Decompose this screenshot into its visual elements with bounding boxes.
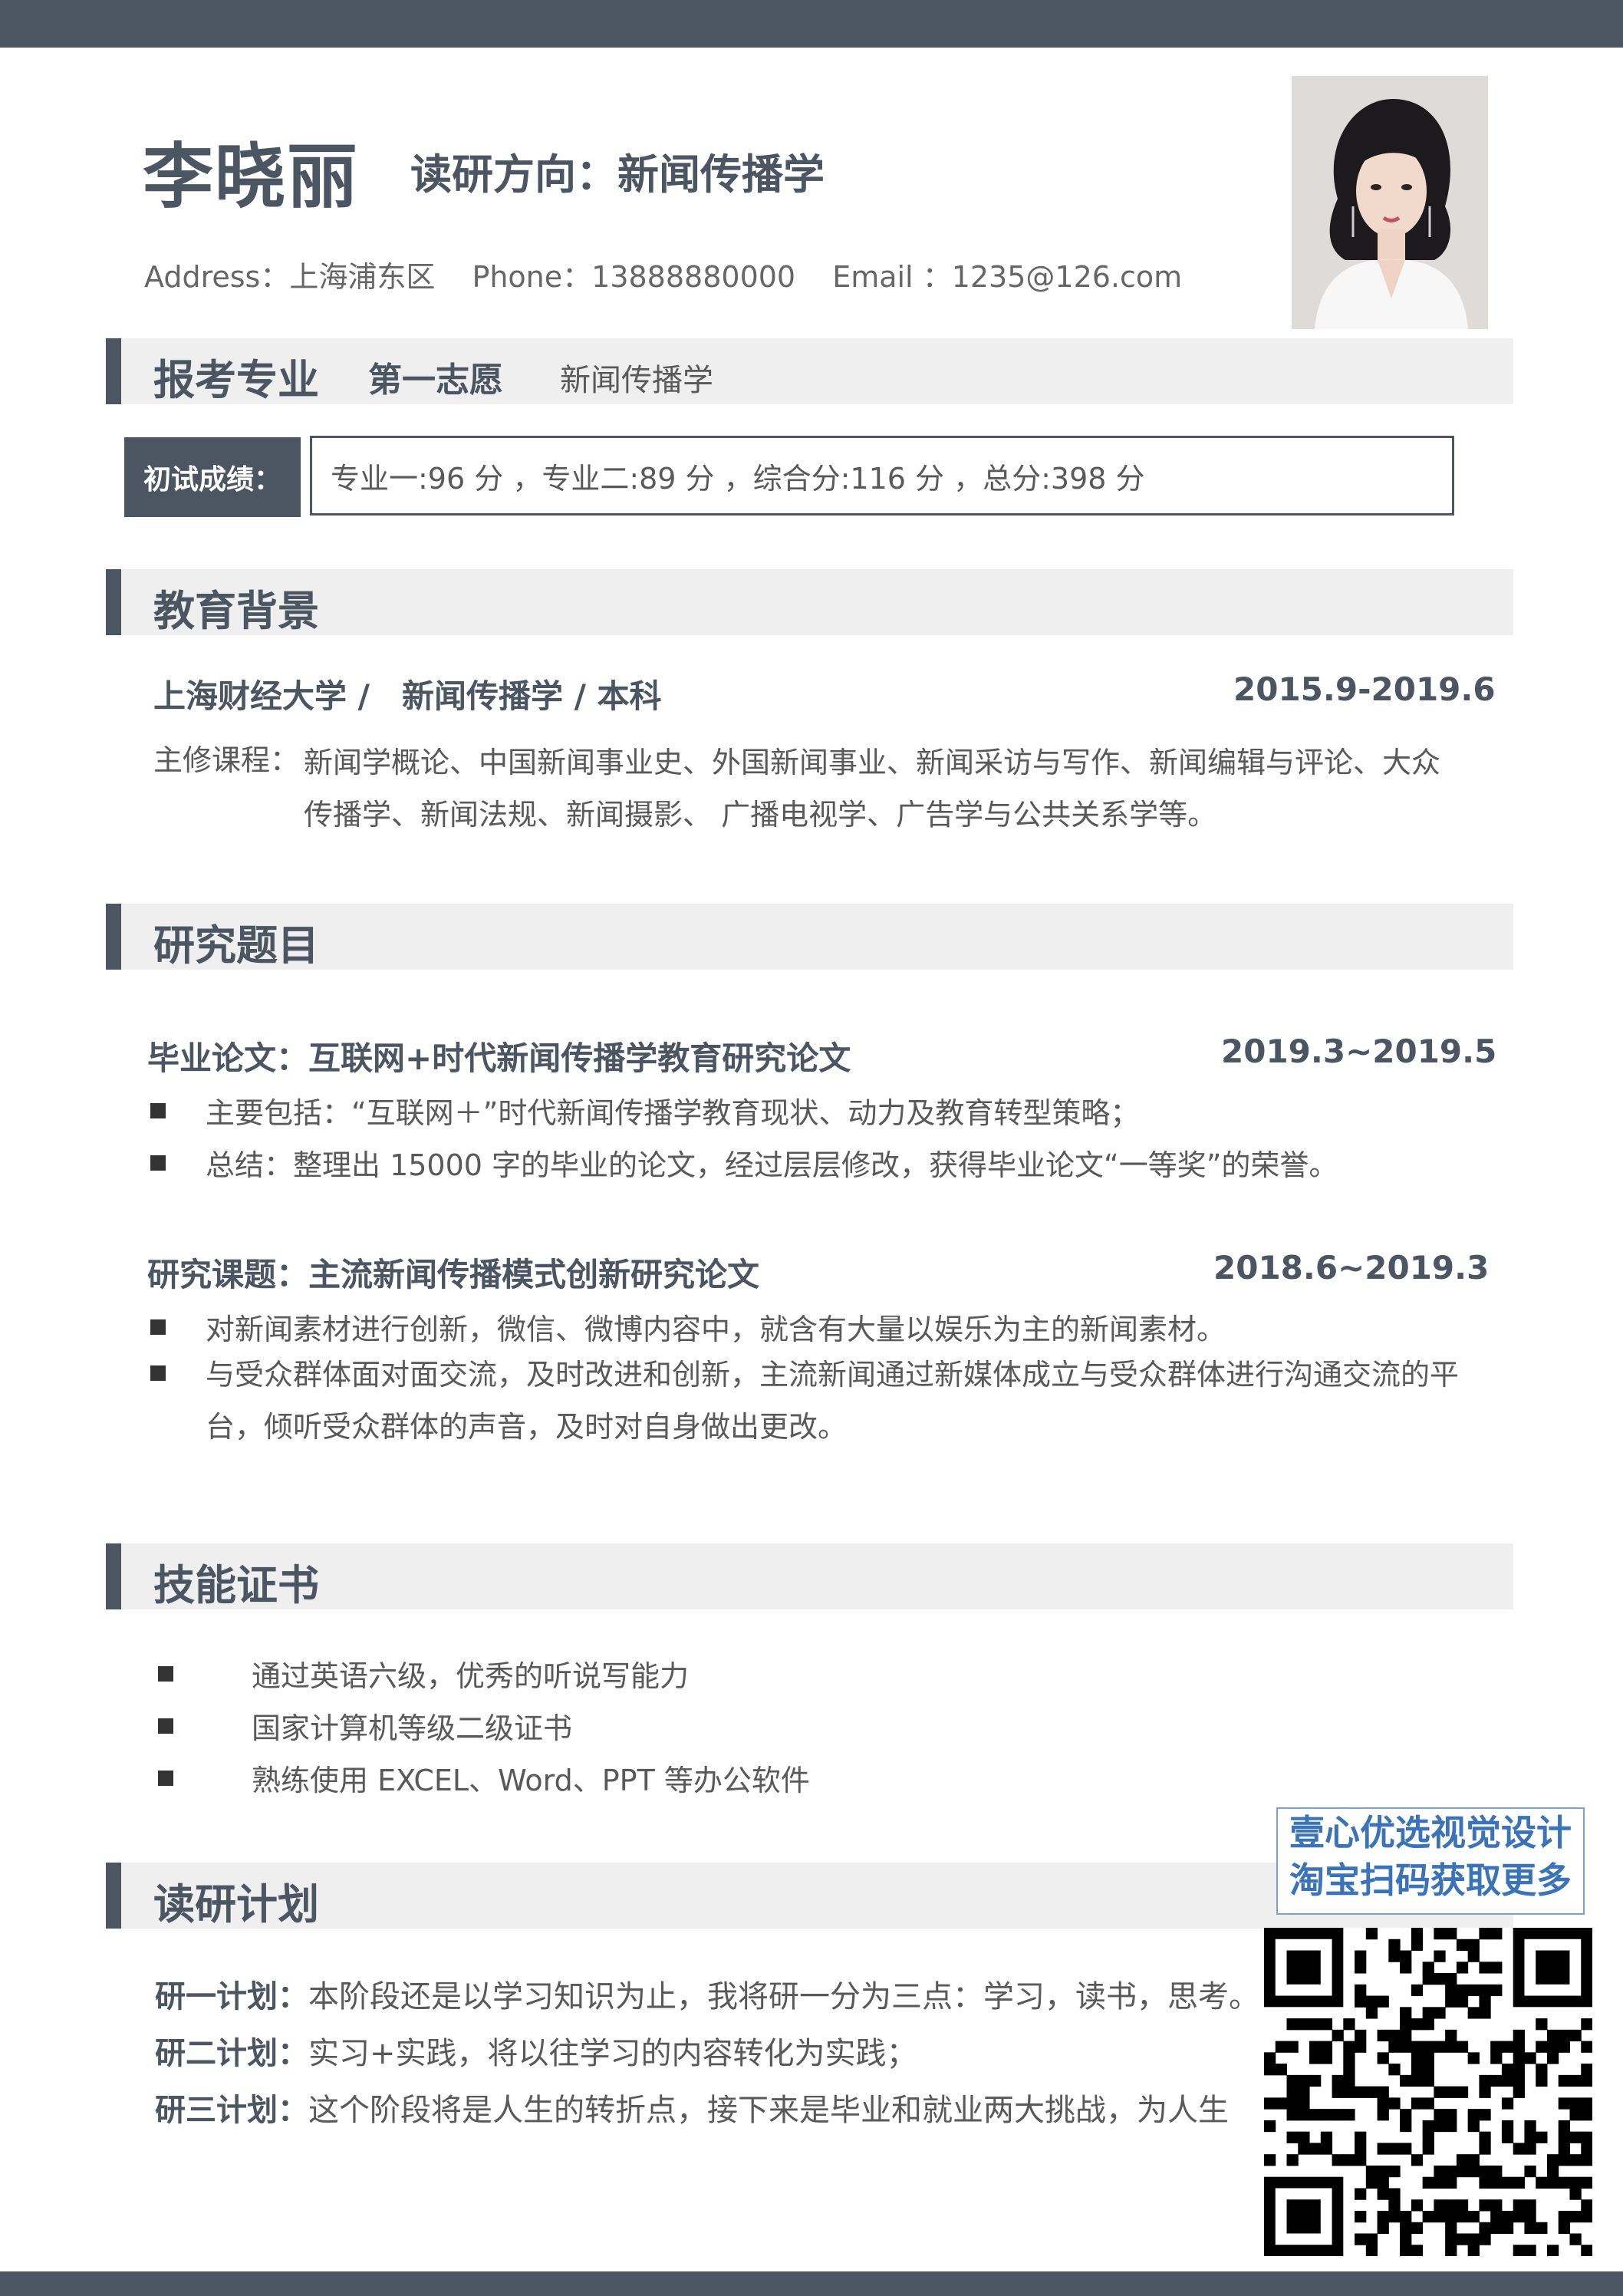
phone-text: Phone：13888880000 — [472, 260, 796, 294]
section-accent-bar — [106, 1863, 121, 1929]
bullet-square-icon — [150, 1365, 166, 1381]
list-item-text: 与受众群体面对面交流，及时改进和创新，主流新闻通过新媒体成立与受众群体进行沟通交… — [206, 1358, 1460, 1444]
promo-line-2: 淘宝扫码获取更多 — [1289, 1860, 1572, 1901]
education-date: 2015.9-2019.6 — [1233, 670, 1496, 708]
profile-photo — [1292, 76, 1488, 329]
study-direction: 读研方向：新闻传播学 — [410, 150, 825, 199]
bullet-square-icon — [150, 1103, 166, 1118]
score-label: 初试成绩： — [124, 437, 301, 517]
bullet-square-icon — [158, 1666, 173, 1682]
score-box: 专业一:96 分 ，专业二:89 分 ，综合分:116 分 ，总分:398 分 — [310, 436, 1454, 516]
list-item-text: 主要包括：“互联网＋”时代新闻传播学教育现状、动力及教育转型策略； — [206, 1096, 1140, 1130]
list-item-text: 国家计算机等级二级证书 — [252, 1711, 573, 1745]
list-item-text: 对新闻素材进行创新，微信、微博内容中，就含有大量以娱乐为主的新闻素材。 — [206, 1313, 1226, 1346]
courses-line-1: 新闻学概论、中国新闻事业史、外国新闻事业、新闻采访与写作、新闻编辑与评论、大众 — [304, 746, 1441, 779]
plan-item: 研一计划：本阶段还是以学习知识为止，我将研一分为三点：学习，读书，思考。 — [155, 1972, 1259, 2016]
courses-text: 新闻学概论、中国新闻事业史、外国新闻事业、新闻采访与写作、新闻编辑与评论、大众 … — [304, 736, 1473, 841]
address-text: Address：上海浦东区 — [144, 260, 436, 294]
section-skills: 技能证书 — [106, 1543, 1513, 1609]
list-item-text: 通过英语六级，优秀的听说写能力 — [252, 1659, 690, 1693]
section-title: 教育背景 — [153, 587, 319, 635]
section-title: 研究题目 — [153, 921, 319, 970]
courses-label: 主修课程： — [153, 743, 300, 777]
choice-value: 新闻传播学 — [560, 363, 713, 398]
project-title: 研究课题：主流新闻传播模式创新研究论文 — [147, 1256, 760, 1293]
list-item-text: 总结：整理出 15000 字的毕业的论文，经过层层修改，获得毕业论文“一等奖”的… — [206, 1148, 1338, 1182]
email-text: Email ：1235@126.com — [832, 260, 1183, 294]
project-date: 2018.6~2019.3 — [1213, 1249, 1490, 1286]
plan-label: 研三计划： — [155, 2093, 308, 2128]
qr-code-icon[interactable] — [1264, 1928, 1593, 2257]
top-banner — [0, 0, 1623, 48]
candidate-name: 李晓丽 — [143, 136, 360, 218]
section-title: 读研计划 — [153, 1880, 319, 1929]
plan-item: 研二计划：实习+实践，将以往学习的内容转化为实践； — [155, 2028, 917, 2073]
section-accent-bar — [106, 569, 121, 635]
bullet-square-icon — [158, 1771, 173, 1786]
project-title: 毕业论文：互联网+时代新闻传播学教育研究论文 — [147, 1039, 851, 1077]
section-accent-bar — [106, 904, 121, 970]
bullet-square-icon — [158, 1718, 173, 1734]
plan-text: 实习+实践，将以往学习的内容转化为实践； — [308, 2036, 917, 2071]
plan-label: 研一计划： — [155, 1979, 308, 2014]
section-title: 报考专业 — [153, 356, 319, 404]
project-date: 2019.3~2019.5 — [1221, 1033, 1497, 1070]
section-research: 研究题目 — [106, 904, 1513, 970]
plan-text: 这个阶段将是人生的转折点，接下来是毕业和就业两大挑战，为人生 — [308, 2093, 1229, 2128]
plan-label: 研二计划： — [155, 2036, 308, 2071]
school-line: 上海财经大学 / 新闻传播学 / 本科 — [153, 677, 662, 715]
section-accent-bar — [106, 338, 121, 404]
bullet-square-icon — [150, 1319, 166, 1335]
promo-line-1: 壹心优选视觉设计 — [1289, 1812, 1572, 1853]
section-apply: 报考专业 第一志愿 新闻传播学 — [106, 338, 1513, 404]
bullet-square-icon — [150, 1155, 166, 1171]
section-title: 技能证书 — [153, 1561, 319, 1609]
bottom-banner — [0, 2271, 1623, 2296]
section-education: 教育背景 — [106, 569, 1513, 635]
choice-label: 第一志愿 — [368, 361, 503, 400]
list-item-text: 熟练使用 EXCEL、Word、PPT 等办公软件 — [252, 1764, 810, 1797]
promo-banner: 壹心优选视觉设计 淘宝扫码获取更多 — [1276, 1807, 1585, 1915]
plan-text: 本阶段还是以学习知识为止，我将研一分为三点：学习，读书，思考。 — [308, 1979, 1259, 2014]
contact-info: Address：上海浦东区 Phone：13888880000 Email ：1… — [144, 253, 1210, 295]
section-accent-bar — [106, 1543, 121, 1609]
courses-line-2: 传播学、新闻法规、新闻摄影、 广播电视学、广告学与公共关系学等。 — [304, 798, 1217, 832]
plan-item: 研三计划：这个阶段将是人生的转折点，接下来是毕业和就业两大挑战，为人生 — [155, 2085, 1229, 2130]
